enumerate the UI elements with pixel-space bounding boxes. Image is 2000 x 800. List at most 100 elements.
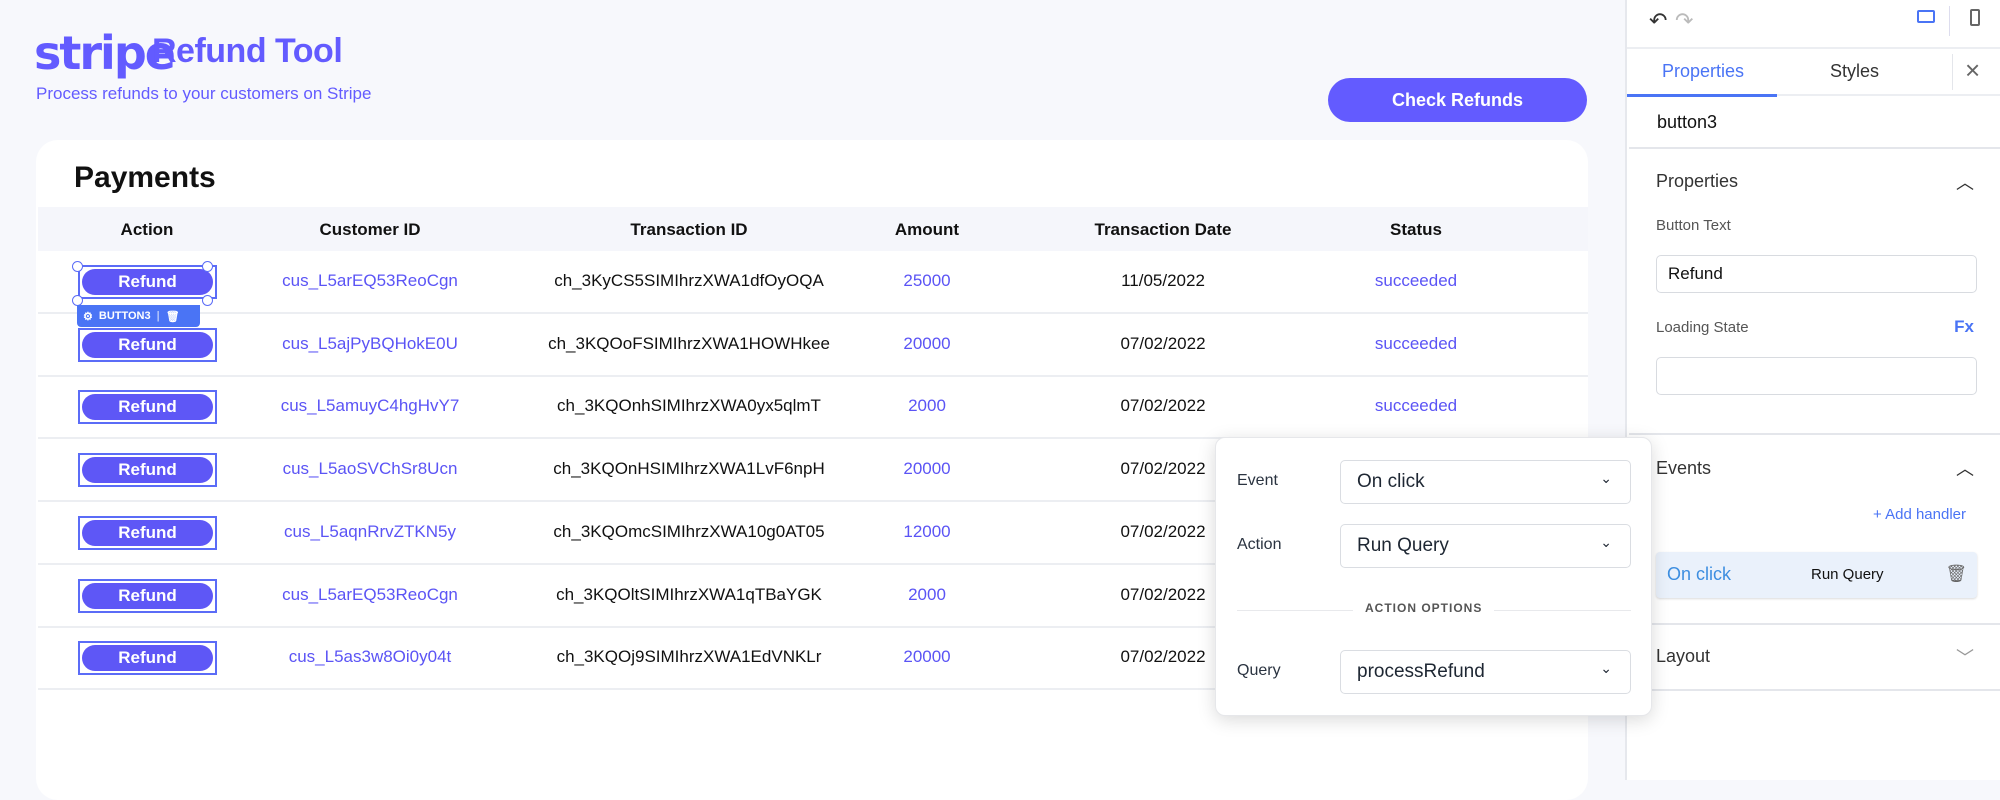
cell-customer-id: cus_L5arEQ53ReoCgn [282,271,458,290]
event-value: On click [1357,471,1425,492]
refund-button[interactable]: Refund [78,515,217,550]
query-select[interactable]: processRefund ⌄ [1340,650,1631,694]
trash-icon[interactable]: 🗑 [1945,564,1967,584]
query-value: processRefund [1357,661,1485,682]
undo-icon[interactable]: ↶ [1649,8,1667,34]
cell-customer-id: cus_L5as3w8Oi0y04t [288,647,452,667]
cell-transaction-date: 07/02/2022 [1120,396,1206,416]
table-row: Refund cus_L5arEQ53ReoCgn ch_3KyCS5SIMIhrz… [38,251,1588,314]
refund-button-label: Refund [82,582,213,609]
mobile-view-icon[interactable] [1970,9,1980,26]
component-name: BUTTON3 [98,310,151,322]
cell-transaction-id: ch_3KQOmcSIMIhrzXWA10g0AT05 [553,521,825,541]
close-icon[interactable]: × [1965,55,1980,86]
action-value: Run Query [1357,535,1449,556]
cell-transaction-id: ch_3KQOnhSIMIhrzXWA0yx5qlmT [557,396,821,416]
cell-transaction-id: ch_3KyCS5SIMIhrzXWA1dfOyOQA [554,271,824,290]
chevron-up-icon[interactable]: ︿ [1956,169,1974,195]
layout-section: Layout ﹀ [1629,625,2000,691]
event-select[interactable]: On click ⌄ [1340,460,1631,504]
cell-customer-id: cus_L5amuyC4hgHvY7 [280,396,460,416]
desktop-view-icon[interactable] [1917,10,1935,23]
column-header-amount: Amount [894,220,960,239]
cell-amount: 20000 [903,333,951,353]
chevron-down-icon: ⌄ [1600,534,1612,550]
cell-transaction-id: ch_3KQOj9SIMIhrzXWA1EdVNKLr [556,647,822,667]
cell-status: succeeded [1374,271,1458,290]
active-tab-indicator [1627,94,1777,97]
divider [1952,54,1953,90]
column-header-transaction-id: Transaction ID [630,220,748,239]
refund-button[interactable]: Refund [78,265,217,299]
button-text-label: Button Text [1656,217,1731,234]
refund-button[interactable]: Refund [78,390,217,425]
refund-button[interactable]: Refund [78,641,217,676]
redo-icon[interactable]: ↷ [1675,8,1693,34]
refund-button[interactable]: Refund [78,453,217,488]
loading-state-label: Loading State [1656,319,1749,336]
refund-button[interactable]: Refund [78,578,217,613]
button-text-input[interactable]: Refund [1656,255,1977,293]
column-header-status: Status [1390,220,1442,239]
cell-amount: 25000 [903,271,951,290]
cell-transaction-id: ch_3KQOoFSIMIhrzXWA1HOWHkee [548,333,830,353]
table-row: Refund cus_L5ajPyBQHokE0U ch_3KQOoFSIMIhrz… [38,314,1588,377]
refund-button-label: Refund [82,645,213,672]
section-title[interactable]: Events [1656,458,1711,479]
column-header-action: Action [120,220,174,239]
cell-customer-id: cus_L5ajPyBQHokE0U [282,333,458,353]
app-subtitle: Process refunds to your customers on Str… [36,84,372,103]
column-header-customer-id: Customer ID [319,220,421,239]
events-section: Events ︿ + Add handler On click Run Quer… [1629,433,2000,625]
resize-handle[interactable] [202,295,213,306]
cell-amount: 12000 [903,521,951,541]
resize-handle[interactable] [72,261,83,272]
cell-transaction-date: 07/02/2022 [1120,333,1206,353]
section-title[interactable]: Layout [1656,646,1710,667]
chevron-down-icon: ⌄ [1600,660,1612,676]
action-label: Action [1237,536,1282,553]
cell-amount: 2000 [908,584,946,604]
cell-customer-id: cus_L5aqnRrvZTKN5y [284,521,456,541]
refund-button-label: Refund [82,331,213,358]
action-options-heading: ACTION OPTIONS [1353,601,1495,615]
fx-toggle[interactable]: Fx [1954,317,1974,337]
cell-amount: 20000 [903,459,951,479]
divider: | [156,310,160,322]
loading-state-input[interactable] [1656,357,1977,395]
chevron-down-icon[interactable]: ﹀ [1956,644,1974,670]
inspector-panel: ↶ ↷ Properties Styles × button3 Properti… [1625,0,2000,780]
tab-properties[interactable]: Properties [1662,61,1744,82]
refund-button-label: Refund [82,394,213,421]
section-title[interactable]: Properties [1656,171,1738,192]
cell-transaction-date: 11/05/2022 [1121,271,1205,290]
table-row: Refund cus_L5amuyC4hgHvY7 ch_3KQOnhSIMIhrz… [38,376,1588,440]
cell-transaction-date: 07/02/2022 [1120,647,1206,667]
selected-component-badge[interactable]: ⚙ BUTTON3 | 🗑 [77,305,200,327]
refund-button-label: Refund [82,269,213,295]
cell-status: succeeded [1374,396,1458,416]
handler-event: On click [1667,564,1732,584]
action-select[interactable]: Run Query ⌄ [1340,524,1631,568]
refund-button-label: Refund [82,457,213,484]
add-handler-link[interactable]: + Add handler [1873,506,1966,523]
tab-styles[interactable]: Styles [1830,61,1879,82]
cell-transaction-date: 07/02/2022 [1120,521,1206,541]
event-handler-row[interactable]: On click Run Query 🗑 [1656,552,1977,598]
cell-status: succeeded [1374,333,1458,353]
resize-handle[interactable] [202,261,213,272]
payments-title: Payments [74,161,216,194]
refund-button[interactable]: Refund [78,327,217,362]
check-refunds-button[interactable]: Check Refunds [1328,78,1587,122]
cell-transaction-date: 07/02/2022 [1120,459,1206,479]
cell-transaction-id: ch_3KQOltSIMIhrzXWA1qTBaYGK [556,584,822,604]
table-header: Action Customer ID Transaction ID Amount… [38,207,1588,251]
chevron-up-icon[interactable]: ︿ [1956,455,1974,481]
app-title: Refund Tool [152,32,343,70]
cell-amount: 20000 [903,647,951,667]
event-label: Event [1237,472,1278,489]
cell-transaction-id: ch_3KQOnHSIMIhrzXWA1LvF6npH [553,459,825,479]
divider [1949,6,1950,36]
trash-icon[interactable]: 🗑 [166,310,180,323]
gear-icon[interactable]: ⚙ [83,310,93,323]
